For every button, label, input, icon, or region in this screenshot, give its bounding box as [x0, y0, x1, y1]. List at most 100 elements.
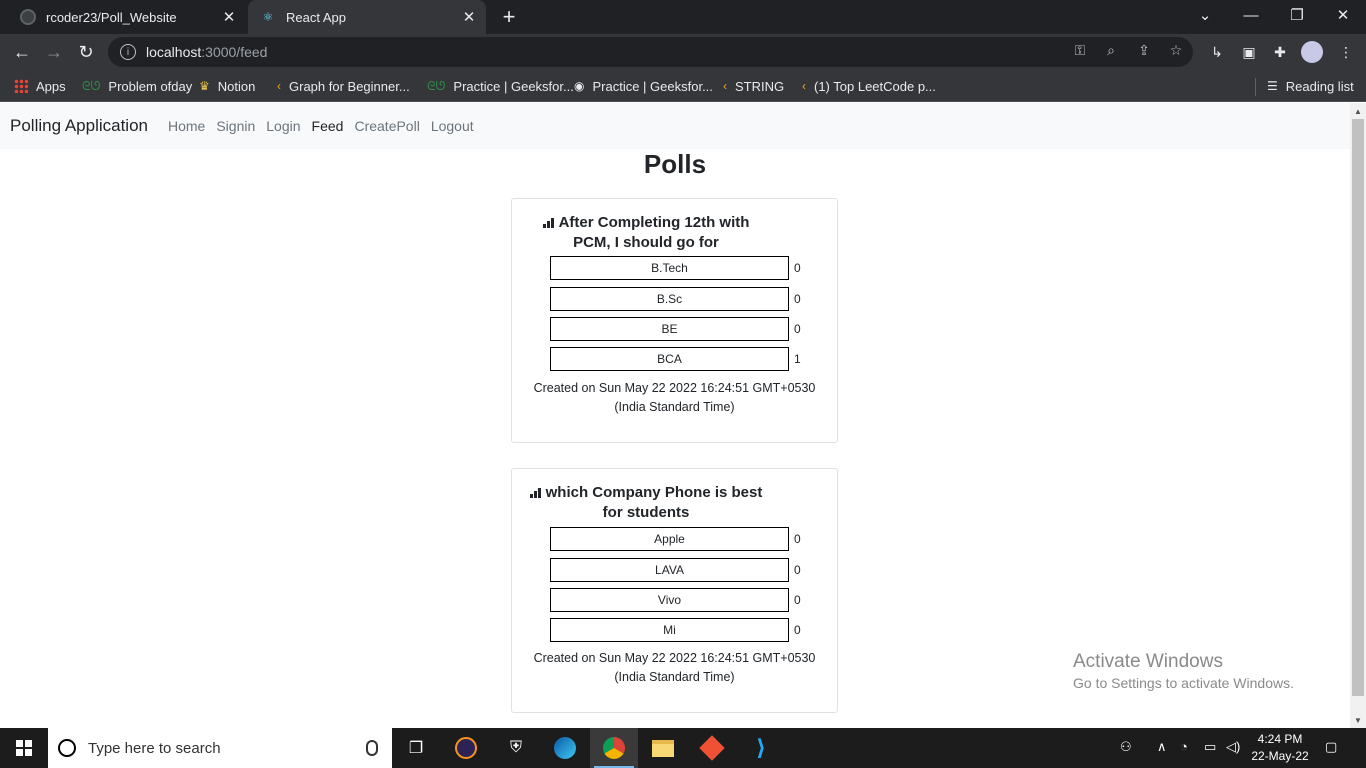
- bookmark-top-leetcode[interactable]: ‹ (1) Top LeetCode p...: [802, 76, 936, 96]
- security-shield-icon[interactable]: ⛨: [502, 734, 530, 762]
- cortana-icon: [58, 739, 76, 757]
- vote-count: 0: [794, 292, 801, 306]
- show-hidden-icons-icon[interactable]: ∧: [1157, 739, 1167, 755]
- reading-list-button[interactable]: ☰ Reading list: [1267, 76, 1354, 96]
- scrollbar-thumb[interactable]: [1352, 119, 1364, 696]
- url-host: localhost: [146, 44, 202, 60]
- bookmark-label: Problem ofday: [108, 78, 193, 94]
- minimize-button[interactable]: —: [1228, 0, 1274, 30]
- app-brand[interactable]: Polling Application: [10, 116, 148, 136]
- menu-icon[interactable]: ⋮: [1335, 41, 1357, 63]
- poll-option-button[interactable]: LAVA: [550, 558, 789, 582]
- edge-icon[interactable]: [551, 734, 579, 762]
- key-icon[interactable]: ⚿: [1071, 41, 1089, 59]
- nav-logout[interactable]: Logout: [431, 118, 474, 134]
- poll-card: After Completing 12th with PCM, I should…: [511, 198, 838, 443]
- puzzle-icon[interactable]: ✚: [1269, 41, 1291, 63]
- poll-option-button[interactable]: B.Sc: [550, 287, 789, 311]
- new-tab-button[interactable]: +: [496, 4, 522, 30]
- poll-option-button[interactable]: Apple: [550, 527, 789, 551]
- poll-option-button[interactable]: BCA: [550, 347, 789, 371]
- url-text: localhost:3000/feed: [146, 44, 267, 60]
- scroll-up-arrow-icon[interactable]: ▲: [1350, 103, 1366, 119]
- nav-signin[interactable]: Signin: [216, 118, 255, 134]
- volume-icon[interactable]: ◁): [1226, 739, 1240, 755]
- tab-react-app[interactable]: ⚛ React App ✕: [248, 0, 486, 34]
- browser-toolbar: ← → ↻ i localhost:3000/feed ⚿ ⌕ ⇪ ☆ ↳ ▣ …: [0, 34, 1366, 70]
- react-icon: ⚛: [262, 10, 274, 24]
- tab-title: React App: [286, 9, 346, 25]
- profile-avatar[interactable]: [1301, 41, 1323, 63]
- bookmark-graph-for-beginner[interactable]: ‹ Graph for Beginner...: [277, 76, 410, 96]
- address-bar[interactable]: i localhost:3000/feed: [108, 37, 1193, 67]
- restore-button[interactable]: ❐: [1274, 0, 1320, 30]
- geeksforgeeks-icon: ᘓᘎ: [427, 78, 446, 93]
- bookmark-notion[interactable]: ♛ Notion: [199, 76, 255, 96]
- chrome-icon[interactable]: [600, 734, 628, 762]
- start-button[interactable]: [0, 728, 48, 768]
- bookmark-apps[interactable]: Apps: [14, 76, 66, 96]
- poll-question-line: After Completing 12th with: [558, 214, 750, 231]
- vscode-icon[interactable]: ⟩: [747, 734, 775, 762]
- bookmarks-bar: Apps ᘓᘎ Problem ofday ♛ Notion ‹ Graph f…: [0, 70, 1366, 102]
- microphone-icon[interactable]: [366, 740, 378, 756]
- battery-icon[interactable]: ▭: [1204, 739, 1216, 755]
- nav-feed[interactable]: Feed: [312, 118, 344, 134]
- watermark-subtitle: Go to Settings to activate Windows.: [1073, 675, 1294, 691]
- notion-icon: ♛: [199, 79, 210, 93]
- zoom-icon[interactable]: ⌕: [1102, 41, 1120, 59]
- vote-count: 0: [794, 322, 801, 336]
- site-info-icon[interactable]: i: [120, 44, 136, 60]
- extension-off-icon[interactable]: ▣: [1238, 41, 1260, 63]
- url-path: :3000/feed: [201, 44, 268, 60]
- browser-tab-strip: rcoder23/Poll_Website ✕ ⚛ React App ✕ + …: [0, 0, 1366, 34]
- back-button[interactable]: ←: [8, 38, 36, 66]
- tab-search-icon[interactable]: ⌄: [1182, 0, 1228, 30]
- git-icon[interactable]: [698, 734, 726, 762]
- nav-createpoll[interactable]: CreatePoll: [354, 118, 419, 134]
- tab-github[interactable]: rcoder23/Poll_Website ✕: [8, 0, 246, 34]
- people-icon[interactable]: ⚇: [1120, 739, 1132, 755]
- scroll-down-arrow-icon[interactable]: ▼: [1350, 712, 1366, 728]
- apps-grid-icon: [14, 79, 28, 93]
- vote-count: 0: [794, 563, 801, 577]
- nav-login[interactable]: Login: [266, 118, 300, 134]
- search-placeholder: Type here to search: [88, 739, 221, 757]
- bookmark-practice-geeksfor-1[interactable]: ᘓᘎ Practice | Geeksfor...: [427, 76, 574, 96]
- created-line: (India Standard Time): [614, 400, 735, 414]
- task-view-icon[interactable]: ❐: [402, 734, 430, 762]
- network-icon[interactable]: ◔: [1180, 739, 1188, 754]
- close-icon[interactable]: ✕: [458, 6, 480, 28]
- forward-button[interactable]: →: [40, 38, 68, 66]
- share-icon[interactable]: ⇪: [1135, 41, 1153, 59]
- file-explorer-icon[interactable]: [649, 734, 677, 762]
- page-scrollbar[interactable]: ▲ ▼: [1350, 103, 1366, 728]
- close-icon[interactable]: ✕: [218, 6, 240, 28]
- bookmark-problem-ofday[interactable]: ᘓᘎ Problem ofday: [82, 76, 192, 96]
- github-icon: [20, 9, 36, 25]
- eclipse-icon[interactable]: [452, 734, 480, 762]
- nav-home[interactable]: Home: [168, 118, 205, 134]
- notifications-icon[interactable]: ▢: [1325, 739, 1337, 755]
- page-viewport: Polling Application Home Signin Login Fe…: [0, 103, 1350, 728]
- page-title: Polls: [643, 149, 707, 179]
- taskbar-search-box[interactable]: Type here to search: [48, 728, 392, 768]
- poll-option-button[interactable]: Mi: [550, 618, 789, 642]
- bookmark-practice-geeksfor-2[interactable]: ◉ Practice | Geeksfor...: [574, 76, 713, 96]
- bookmark-string[interactable]: ‹ STRING: [723, 76, 784, 96]
- reload-button[interactable]: ↻: [72, 38, 100, 66]
- poll-question-line: which Company Phone is best: [545, 484, 763, 501]
- extension-icon[interactable]: ↳: [1206, 41, 1228, 63]
- poll-option-button[interactable]: BE: [550, 317, 789, 341]
- poll-option-button[interactable]: B.Tech: [550, 256, 789, 280]
- bookmark-star-icon[interactable]: ☆: [1167, 41, 1185, 59]
- poll-option-button[interactable]: Vivo: [550, 588, 789, 612]
- clock-date: 22-May-22: [1251, 749, 1309, 763]
- taskbar-clock[interactable]: 4:24 PM 22-May-22: [1250, 731, 1310, 765]
- close-window-button[interactable]: ✕: [1320, 0, 1366, 30]
- created-line: Created on Sun May 22 2022 16:24:51 GMT+…: [533, 381, 816, 395]
- poll-question: which Company Phone is best for students: [528, 483, 764, 523]
- poll-question-line: for students: [602, 504, 690, 521]
- poll-option-row: Vivo 0: [550, 588, 801, 612]
- vote-count: 0: [794, 623, 801, 637]
